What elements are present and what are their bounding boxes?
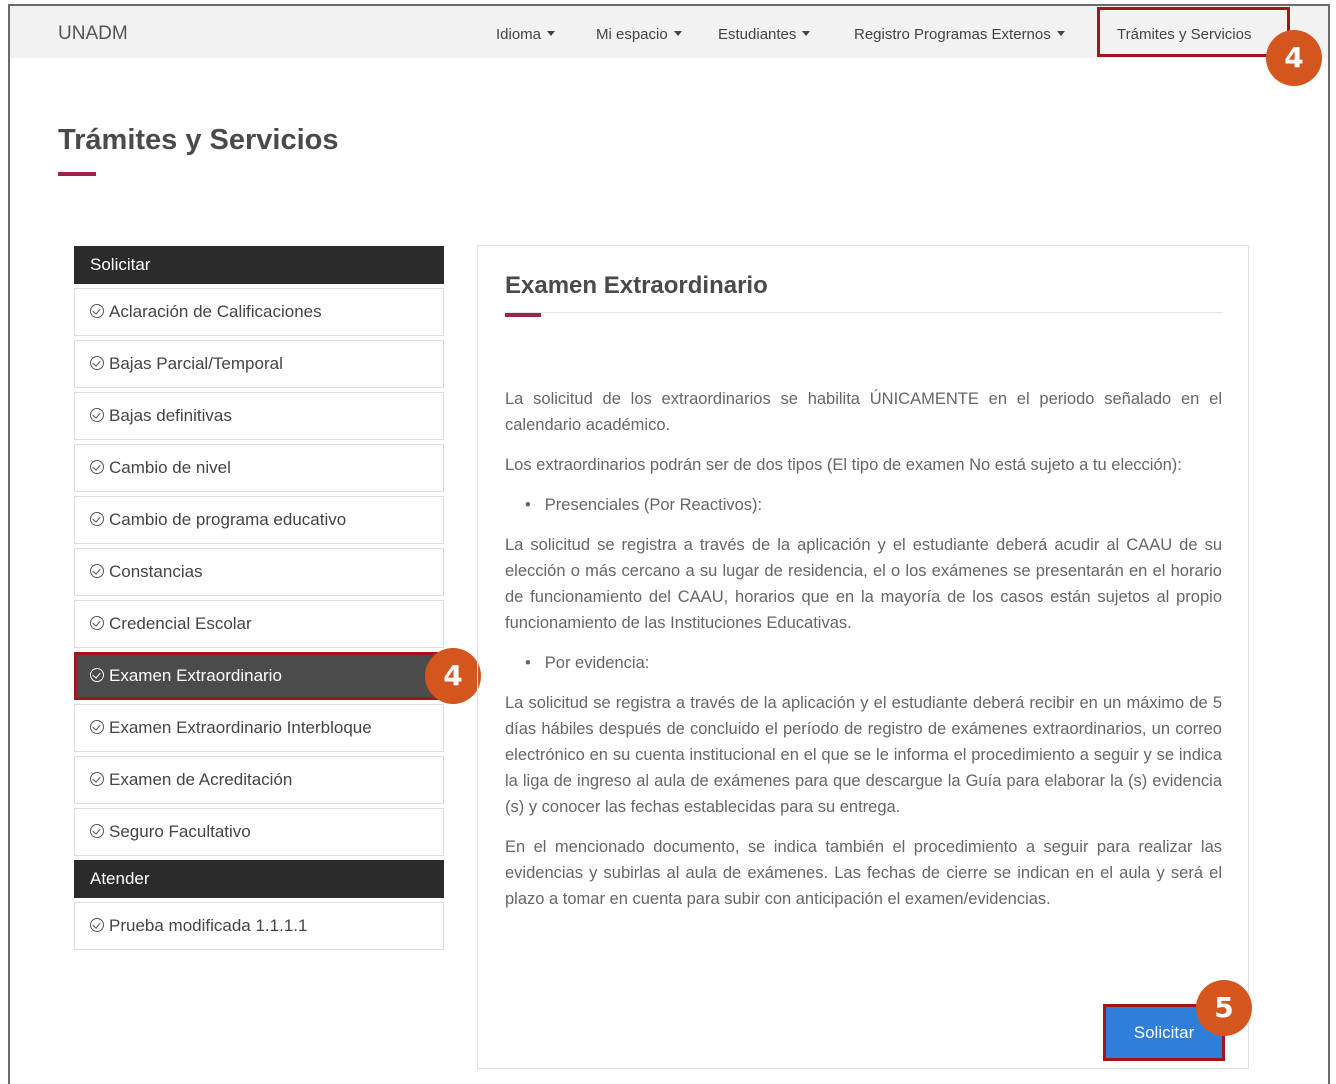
check-circle-icon (90, 824, 104, 838)
paragraph: En el mencionado documento, se indica ta… (505, 838, 1222, 908)
sidebar-item-label: Aclaración de Calificaciones (109, 302, 322, 321)
content-panel: Examen Extraordinario La solicitud de lo… (477, 245, 1249, 1069)
sidebar-section-solicitar: Solicitar (74, 246, 444, 284)
nav-highlight-box (1097, 7, 1290, 57)
sidebar-item-label: Seguro Facultativo (109, 822, 251, 841)
nav-label: Registro Programas Externos (854, 26, 1051, 43)
sidebar-item-constancias[interactable]: Constancias (74, 548, 444, 596)
check-circle-icon (90, 668, 104, 682)
check-circle-icon (90, 356, 104, 370)
panel-title: Examen Extraordinario (505, 272, 768, 299)
bullet-item: Por evidencia: (525, 650, 1222, 676)
sidebar-item-label: Bajas Parcial/Temporal (109, 354, 283, 373)
sidebar-item-label: Prueba modificada 1.1.1.1 (109, 916, 308, 935)
check-circle-icon (90, 616, 104, 630)
nav-label: Estudiantes (718, 26, 797, 43)
sidebar-item-examen-acreditacion[interactable]: Examen de Acreditación (74, 756, 444, 804)
check-circle-icon (90, 772, 104, 786)
nav-estudiantes[interactable]: Estudiantes (718, 26, 811, 43)
page-title: Trámites y Servicios (58, 124, 339, 156)
check-circle-icon (90, 918, 104, 932)
check-circle-icon (90, 408, 104, 422)
nav-idioma[interactable]: Idioma (496, 26, 556, 43)
paragraph: La solicitud de los extraordinarios se h… (505, 390, 1222, 434)
paragraph: Los extraordinarios podrán ser de dos ti… (505, 456, 1182, 474)
check-circle-icon (90, 720, 104, 734)
sidebar-item-bajas-parcial[interactable]: Bajas Parcial/Temporal (74, 340, 444, 388)
sidebar-item-cambio-programa[interactable]: Cambio de programa educativo (74, 496, 444, 544)
caret-down-icon (802, 31, 811, 36)
check-circle-icon (90, 564, 104, 578)
step-badge-button: 5 (1196, 980, 1252, 1036)
sidebar-item-prueba-modificada[interactable]: Prueba modificada 1.1.1.1 (74, 902, 444, 950)
caret-down-icon (1056, 31, 1065, 36)
sidebar-item-credencial[interactable]: Credencial Escolar (74, 600, 444, 648)
sidebar-item-label: Examen Extraordinario Interbloque (109, 718, 372, 737)
bullet-item: Presenciales (Por Reactivos): (525, 492, 1222, 518)
sidebar-item-label: Cambio de nivel (109, 458, 231, 477)
sidebar-item-bajas-definitivas[interactable]: Bajas definitivas (74, 392, 444, 440)
check-circle-icon (90, 304, 104, 318)
nav-registro-programas-externos[interactable]: Registro Programas Externos (854, 26, 1065, 43)
step-badge-nav: 4 (1266, 30, 1322, 86)
sidebar: Solicitar Aclaración de Calificaciones B… (74, 246, 444, 950)
paragraph: La solicitud se registra a través de la … (505, 536, 1222, 632)
brand-logo[interactable]: UNADM (58, 23, 128, 45)
caret-down-icon (673, 31, 682, 36)
sidebar-item-label: Examen de Acreditación (109, 770, 293, 789)
check-circle-icon (90, 512, 104, 526)
nav-label: Mi espacio (596, 26, 668, 43)
panel-divider (505, 312, 1223, 313)
sidebar-item-label: Examen Extraordinario (109, 666, 282, 685)
step-badge-sidebar: 4 (425, 648, 481, 704)
panel-body: La solicitud de los extraordinarios se h… (505, 386, 1222, 926)
sidebar-item-cambio-nivel[interactable]: Cambio de nivel (74, 444, 444, 492)
sidebar-item-aclaracion[interactable]: Aclaración de Calificaciones (74, 288, 444, 336)
title-accent-bar (58, 172, 96, 176)
sidebar-item-label: Credencial Escolar (109, 614, 252, 633)
sidebar-item-examen-extraordinario[interactable]: Examen Extraordinario (74, 652, 444, 700)
sidebar-item-seguro-facultativo[interactable]: Seguro Facultativo (74, 808, 444, 856)
sidebar-item-examen-interbloque[interactable]: Examen Extraordinario Interbloque (74, 704, 444, 752)
sidebar-item-label: Bajas definitivas (109, 406, 232, 425)
sidebar-item-label: Cambio de programa educativo (109, 510, 347, 529)
sidebar-item-label: Constancias (109, 562, 203, 581)
nav-mi-espacio[interactable]: Mi espacio (596, 26, 682, 43)
caret-down-icon (547, 31, 556, 36)
nav-label: Idioma (496, 26, 542, 43)
panel-accent-bar (505, 313, 541, 317)
paragraph: La solicitud se registra a través de la … (505, 694, 1222, 816)
sidebar-section-atender: Atender (74, 860, 444, 898)
check-circle-icon (90, 460, 104, 474)
